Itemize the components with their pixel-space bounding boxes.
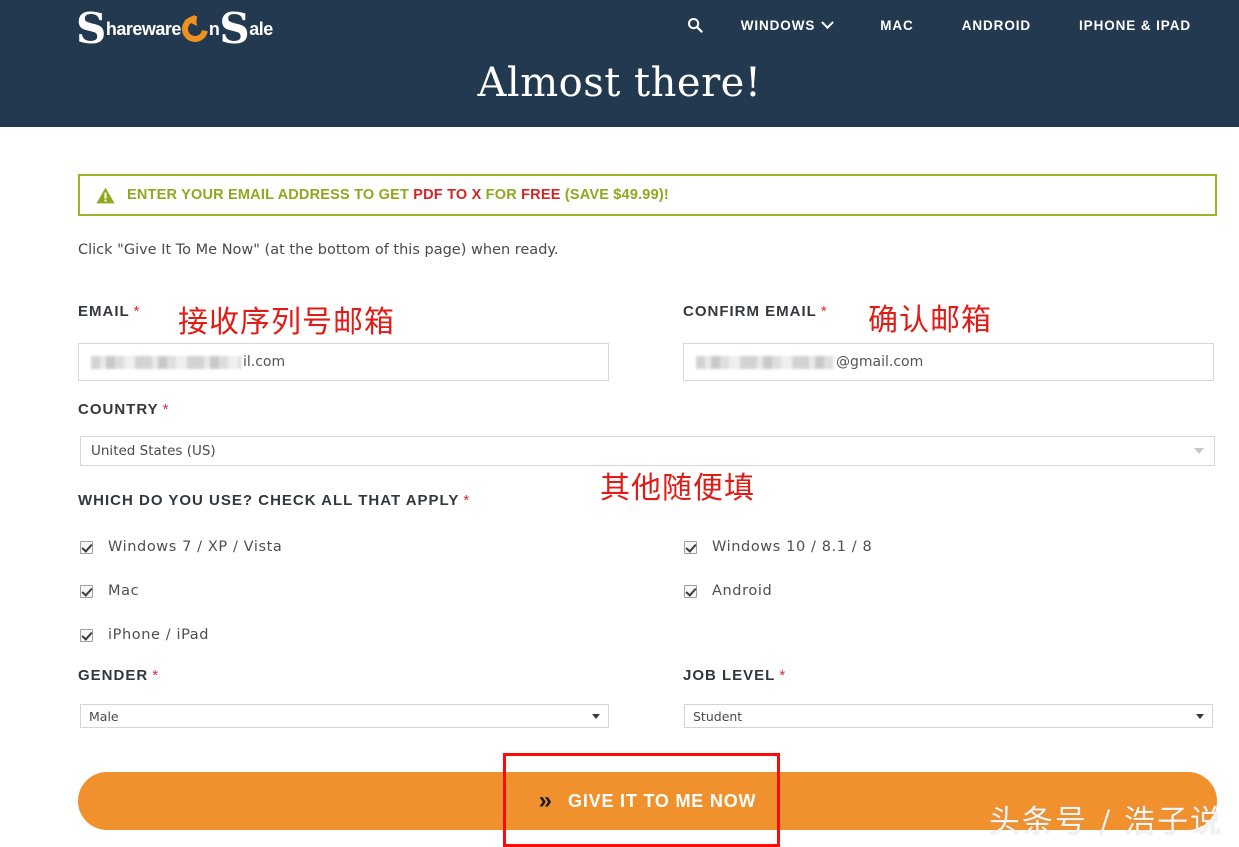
usage-required-marker: * bbox=[463, 492, 470, 509]
job-level-select-value: Student bbox=[693, 708, 743, 724]
confirm-email-input-wrap: @gmail.com bbox=[683, 343, 1214, 381]
nav-item-iphone-ipad-label: IPHONE & IPAD bbox=[1079, 17, 1191, 33]
site-logo[interactable]: S hareware n S ale bbox=[76, 2, 276, 56]
job-level-required-marker: * bbox=[779, 667, 786, 684]
submit-button-label: GIVE IT TO ME NOW bbox=[568, 790, 757, 811]
gender-required-marker: * bbox=[152, 667, 159, 684]
gender-select-value: Male bbox=[89, 708, 119, 724]
usage-checkbox-group-label: WHICH DO YOU USE? CHECK ALL THAT APPLY bbox=[78, 492, 460, 509]
logo-text-ale: ale bbox=[249, 18, 273, 39]
checkbox-iphone-ipad[interactable]: iPhone / iPad bbox=[80, 624, 282, 646]
country-required-marker: * bbox=[162, 401, 169, 418]
circular-arrow-icon bbox=[176, 10, 214, 48]
annotation-confirm-email: 确认邮箱 bbox=[868, 303, 992, 338]
main-navigation: WINDOWS MAC ANDROID IPHONE & IPAD bbox=[673, 11, 1215, 39]
country-label: COUNTRY bbox=[78, 401, 159, 418]
gender-select-wrap: Male bbox=[80, 704, 609, 728]
checkbox-mac[interactable]: Mac bbox=[80, 580, 282, 602]
logo-text-n: n bbox=[208, 18, 220, 39]
banner-product-name: PDF TO X bbox=[413, 187, 482, 203]
checkbox-icon[interactable] bbox=[684, 540, 697, 554]
nav-item-windows[interactable]: WINDOWS bbox=[717, 12, 857, 39]
email-required-banner: ENTER YOUR EMAIL ADDRESS TO GET PDF TO X… bbox=[78, 174, 1217, 216]
nav-item-mac-label: MAC bbox=[880, 17, 914, 33]
country-select-value: United States (US) bbox=[91, 443, 216, 459]
dropdown-arrow-icon bbox=[592, 713, 600, 719]
confirm-email-required-marker: * bbox=[820, 303, 827, 320]
checkbox-windows-7-xp-vista[interactable]: Windows 7 / XP / Vista bbox=[80, 536, 282, 558]
double-chevron-right-icon: » bbox=[538, 787, 553, 814]
email-required-marker: * bbox=[133, 303, 140, 320]
logo-text-shareware: hareware bbox=[105, 18, 182, 39]
job-level-field-group: JOB LEVEL * bbox=[683, 667, 1214, 685]
dropdown-arrow-icon bbox=[1196, 713, 1204, 719]
page-title: Almost there! bbox=[477, 60, 762, 106]
email-visible-value: il.com bbox=[243, 354, 286, 370]
checkbox-icon[interactable] bbox=[80, 584, 93, 598]
checkbox-label: Windows 7 / XP / Vista bbox=[108, 539, 283, 555]
job-level-label: JOB LEVEL bbox=[683, 667, 776, 684]
gender-select[interactable]: Male bbox=[80, 704, 609, 728]
country-select-wrap: United States (US) bbox=[80, 436, 1215, 466]
gender-label: GENDER bbox=[78, 667, 149, 684]
search-icon[interactable] bbox=[673, 11, 717, 39]
banner-text: ENTER YOUR EMAIL ADDRESS TO GET PDF TO X… bbox=[127, 187, 669, 203]
confirm-email-label: CONFIRM EMAIL bbox=[683, 303, 817, 320]
logo-letter-s2: S bbox=[219, 4, 250, 53]
usage-checkboxes-right: Windows 10 / 8.1 / 8 Android bbox=[684, 536, 872, 602]
checkbox-windows-10-81-8[interactable]: Windows 10 / 8.1 / 8 bbox=[684, 536, 872, 558]
country-field-group: COUNTRY * bbox=[78, 401, 609, 419]
banner-text-part3: (SAVE $49.99)! bbox=[560, 187, 669, 203]
site-header: S hareware n S ale WINDOWS MAC ANDROID I… bbox=[0, 0, 1239, 127]
nav-item-iphone-ipad[interactable]: IPHONE & IPAD bbox=[1055, 12, 1215, 39]
instruction-text: Click "Give It To Me Now" (at the bottom… bbox=[78, 242, 559, 258]
email-masked-value bbox=[91, 355, 241, 369]
banner-text-part1: ENTER YOUR EMAIL ADDRESS TO GET bbox=[127, 187, 414, 203]
checkbox-label: Mac bbox=[108, 583, 140, 599]
banner-free-label: FREE bbox=[521, 187, 561, 203]
confirm-email-input[interactable]: @gmail.com bbox=[683, 343, 1214, 381]
banner-text-part2: FOR bbox=[481, 187, 522, 203]
dropdown-arrow-icon bbox=[1194, 448, 1204, 454]
nav-item-windows-label: WINDOWS bbox=[740, 17, 816, 33]
email-input-wrap: il.com bbox=[78, 343, 609, 381]
checkbox-label: Android bbox=[712, 583, 773, 599]
confirm-email-masked-value bbox=[696, 355, 834, 369]
email-label: EMAIL bbox=[78, 303, 130, 320]
confirm-email-visible-value: @gmail.com bbox=[836, 354, 924, 370]
checkbox-android[interactable]: Android bbox=[684, 580, 872, 602]
nav-item-android[interactable]: ANDROID bbox=[938, 12, 1055, 39]
email-input[interactable]: il.com bbox=[78, 343, 609, 381]
logo-letter-s1: S bbox=[76, 4, 106, 53]
usage-checkboxes-left: Windows 7 / XP / Vista Mac iPhone / iPad bbox=[80, 536, 282, 646]
country-select[interactable]: United States (US) bbox=[80, 436, 1215, 466]
warning-triangle-icon bbox=[96, 187, 115, 204]
checkbox-label: Windows 10 / 8.1 / 8 bbox=[712, 539, 873, 555]
page-root: S hareware n S ale WINDOWS MAC ANDROID I… bbox=[0, 0, 1239, 847]
job-level-select[interactable]: Student bbox=[684, 704, 1213, 728]
checkbox-icon[interactable] bbox=[80, 628, 93, 642]
checkbox-label: iPhone / iPad bbox=[108, 627, 210, 643]
annotation-email: 接收序列号邮箱 bbox=[178, 305, 395, 340]
nav-item-android-label: ANDROID bbox=[961, 17, 1032, 33]
watermark: 头条号 / 浩子说 bbox=[988, 804, 1223, 840]
checkbox-icon[interactable] bbox=[80, 540, 93, 554]
nav-item-mac[interactable]: MAC bbox=[856, 12, 937, 39]
gender-field-group: GENDER * bbox=[78, 667, 609, 685]
usage-checkbox-group-label-wrap: WHICH DO YOU USE? CHECK ALL THAT APPLY * bbox=[78, 492, 778, 510]
chevron-down-icon bbox=[821, 15, 835, 29]
checkbox-icon[interactable] bbox=[684, 584, 697, 598]
job-level-select-wrap: Student bbox=[684, 704, 1213, 728]
